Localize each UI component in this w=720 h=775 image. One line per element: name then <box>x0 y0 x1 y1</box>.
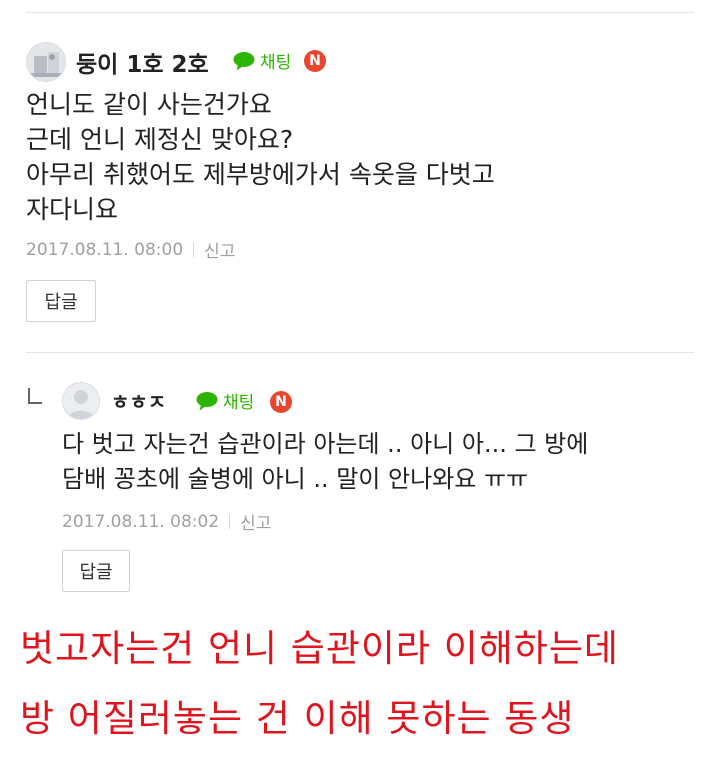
reply-button[interactable]: 답글 <box>26 280 96 322</box>
comment-line: 담배 꽁초에 술병에 아니 .. 말이 안나와요 ㅠㅠ <box>62 465 529 493</box>
avatar[interactable] <box>26 42 66 82</box>
new-badge: N <box>270 391 292 413</box>
comment-line: 다 벗고 자는건 습관이라 아는데 .. 아니 아... 그 방에 <box>62 430 589 458</box>
username[interactable]: 둥이 1호 2호 <box>76 45 209 79</box>
chat-label: 채팅 <box>260 53 292 73</box>
comment-divider <box>26 352 694 353</box>
report-link[interactable]: 신고 <box>204 237 235 262</box>
timestamp: 2017.08.11. 08:00 <box>26 239 184 260</box>
comment-line: 근데 언니 제정신 맞아요? <box>26 125 294 154</box>
username[interactable]: ㅎㅎㅈ <box>111 386 166 415</box>
avatar[interactable] <box>62 382 100 420</box>
caption-line-2: 방 어질러놓는 건 이해 못하는 동생 <box>20 697 575 740</box>
reply-button[interactable]: 답글 <box>62 550 130 592</box>
new-badge: N <box>304 50 326 72</box>
comment-meta: 2017.08.11. 08:00 신고 <box>26 237 235 263</box>
default-avatar-icon <box>63 383 99 419</box>
comment-body: 다 벗고 자는건 습관이라 아는데 .. 아니 아... 그 방에 담배 꽁초에… <box>62 427 588 497</box>
meta-separator <box>193 242 195 257</box>
timestamp: 2017.08.11. 08:02 <box>62 511 220 532</box>
chat-link[interactable]: 채팅 <box>195 388 254 413</box>
chat-bubble-icon <box>196 391 218 410</box>
chat-link[interactable]: 채팅 <box>232 48 291 73</box>
meta-separator <box>229 514 231 529</box>
avatar-photo-icon <box>27 43 65 81</box>
comment-meta: 2017.08.11. 08:02 신고 <box>62 509 271 535</box>
comment-line: 언니도 같이 사는건가요 <box>26 90 272 119</box>
chat-bubble-icon <box>233 51 255 70</box>
reply-indent-icon <box>28 388 42 404</box>
chat-label: 채팅 <box>223 393 255 413</box>
comment-line: 아무리 취했어도 제부방에가서 속옷을 다벗고 <box>26 160 495 189</box>
report-link[interactable]: 신고 <box>240 509 271 534</box>
comment-line: 자다니요 <box>26 195 119 224</box>
comment-body: 언니도 같이 사는건가요 근데 언니 제정신 맞아요? 아무리 취했어도 제부방… <box>26 87 495 227</box>
caption-line-1: 벗고자는건 언니 습관이라 이해하는데 <box>20 627 619 670</box>
top-divider <box>26 12 694 13</box>
